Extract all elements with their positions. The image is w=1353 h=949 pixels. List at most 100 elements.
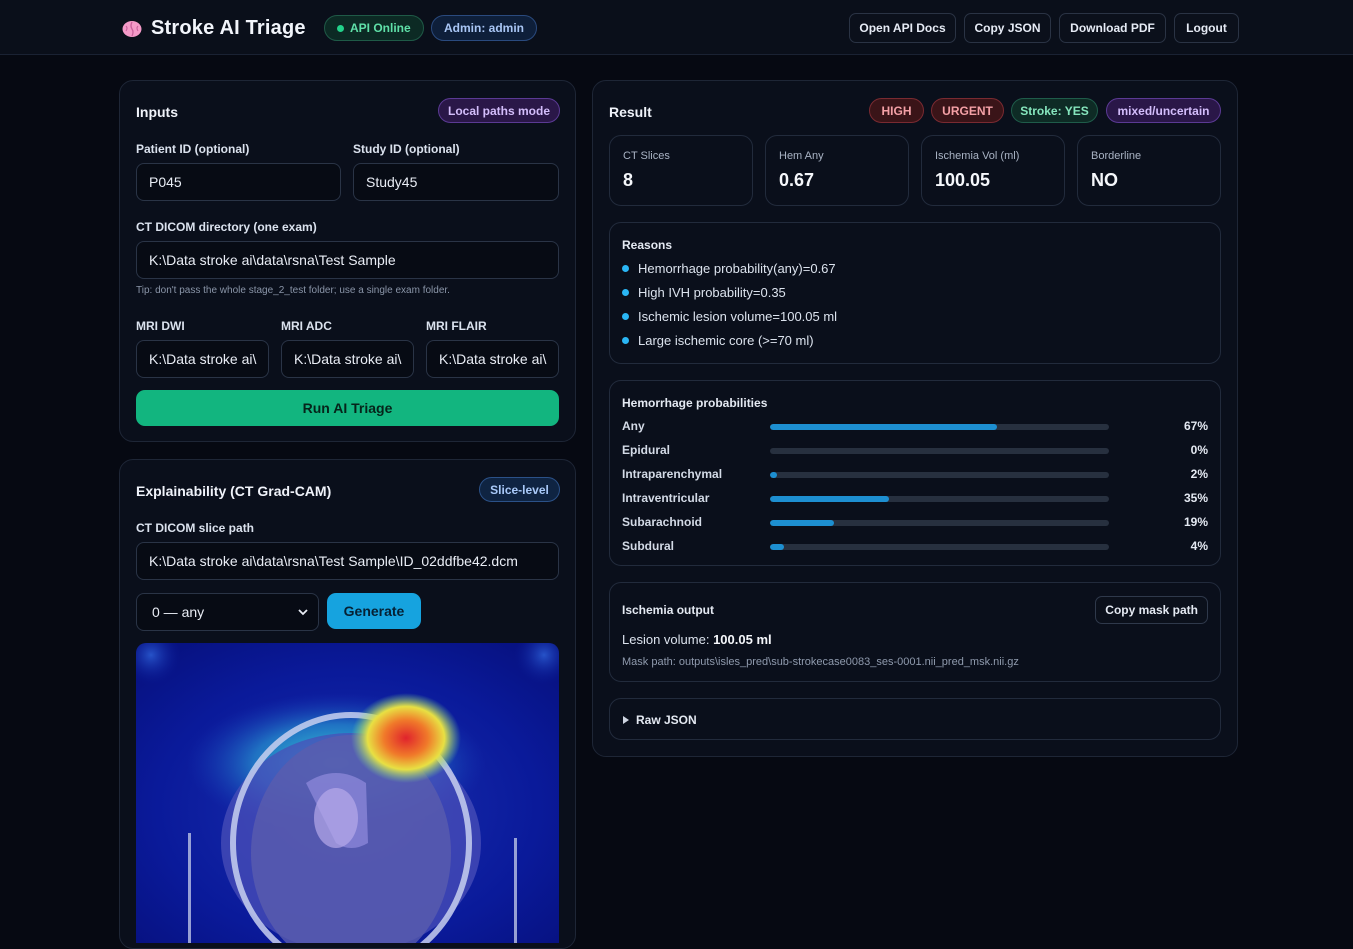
disclosure-triangle-icon	[623, 716, 629, 724]
bullet-icon	[622, 289, 629, 296]
mri-adc-label: MRI ADC	[281, 319, 332, 333]
study-id-label: Study ID (optional)	[353, 142, 460, 156]
hemorrhage-label: Subarachnoid	[622, 515, 703, 529]
explainability-title: Explainability (CT Grad-CAM)	[136, 483, 332, 499]
hemorrhage-bar-track	[770, 448, 1109, 454]
hemorrhage-label: Subdural	[622, 539, 675, 553]
gradcam-heatmap-graphic	[136, 643, 559, 943]
generate-button[interactable]: Generate	[327, 593, 421, 629]
hemorrhage-label: Epidural	[622, 443, 671, 457]
stat-value: 8	[623, 170, 634, 190]
brain-icon	[122, 20, 142, 37]
stat-card-borderline: Borderline NO	[1077, 135, 1221, 206]
stat-value: NO	[1091, 170, 1118, 190]
stat-card-ischemia-vol: Ischemia Vol (ml) 100.05	[921, 135, 1065, 206]
ct-dir-label: CT DICOM directory (one exam)	[136, 220, 317, 234]
target-class-value: 0 — any	[152, 604, 205, 620]
reason-item: Large ischemic core (>=70 ml)	[622, 333, 814, 348]
hemorrhage-percent: 19%	[1183, 515, 1208, 529]
stroke-badge: Stroke: YES	[1011, 98, 1098, 123]
patient-id-input[interactable]: P045	[136, 163, 341, 201]
stat-card-ct-slices: CT Slices 8	[609, 135, 753, 206]
stat-label: Hem Any	[779, 150, 824, 162]
bullet-icon	[622, 337, 629, 344]
inputs-title: Inputs	[136, 104, 178, 120]
hemorrhage-bar-fill	[770, 520, 834, 526]
raw-json-label: Raw JSON	[636, 713, 697, 727]
hemorrhage-bar-fill	[770, 544, 784, 550]
target-class-select[interactable]: 0 — any	[136, 593, 319, 631]
copy-json-button[interactable]: Copy JSON	[964, 13, 1051, 43]
status-dot-icon	[337, 24, 344, 32]
hemorrhage-bar-track	[770, 520, 1109, 526]
patient-id-label: Patient ID (optional)	[136, 142, 250, 156]
ischemia-panel: Ischemia output Copy mask path Lesion vo…	[609, 582, 1221, 682]
priority-badge: HIGH	[869, 98, 924, 123]
hemorrhage-percent: 0%	[1190, 443, 1208, 457]
hemorrhage-bar-fill	[770, 496, 889, 502]
hemorrhage-percent: 35%	[1183, 491, 1208, 505]
stat-value: 0.67	[779, 170, 815, 190]
reason-text: High IVH probability=0.35	[638, 285, 786, 300]
mri-flair-label: MRI FLAIR	[426, 319, 487, 333]
mri-dwi-input[interactable]: K:\Data stroke ai\	[136, 340, 269, 378]
reason-text: Ischemic lesion volume=100.05 ml	[638, 309, 838, 324]
hemorrhage-panel: Hemorrhage probabilities Any 67% Epidural 0…	[609, 380, 1221, 566]
open-api-docs-button[interactable]: Open API Docs	[849, 13, 956, 43]
reasons-panel: Reasons Hemorrhage probability(any)=0.67…	[609, 222, 1221, 364]
api-status-text: API Online	[350, 21, 411, 35]
reason-text: Large ischemic core (>=70 ml)	[638, 333, 814, 348]
hemorrhage-percent: 4%	[1190, 539, 1208, 553]
stat-card-hem-any: Hem Any 0.67	[765, 135, 909, 206]
brand: Stroke AI Triage	[121, 17, 306, 40]
reason-item: High IVH probability=0.35	[622, 285, 786, 300]
raw-json-panel[interactable]: Raw JSON	[609, 698, 1221, 740]
slice-path-label: CT DICOM slice path	[136, 521, 255, 535]
hemorrhage-bar-fill	[770, 472, 777, 478]
ischemia-title: Ischemia output	[622, 603, 715, 617]
copy-mask-path-button[interactable]: Copy mask path	[1095, 596, 1208, 624]
hemorrhage-label: Intraventricular	[622, 491, 710, 505]
mri-flair-input[interactable]: K:\Data stroke ai\	[426, 340, 559, 378]
stroke-type-badge: mixed/uncertain	[1106, 98, 1221, 123]
reason-item: Ischemic lesion volume=100.05 ml	[622, 309, 837, 324]
stat-label: Ischemia Vol (ml)	[935, 150, 1020, 162]
reason-text: Hemorrhage probability(any)=0.67	[638, 261, 836, 276]
study-id-input[interactable]: Study45	[353, 163, 559, 201]
admin-badge: Admin: admin	[431, 15, 537, 41]
logout-button[interactable]: Logout	[1174, 13, 1239, 43]
top-bar: Stroke AI Triage API Online Admin: admin…	[0, 0, 1353, 55]
chevron-down-icon	[298, 609, 308, 616]
reasons-title: Reasons	[622, 238, 673, 252]
urgency-badge: URGENT	[931, 98, 1004, 123]
stat-label: Borderline	[1091, 150, 1142, 162]
hemorrhage-label: Any	[622, 419, 645, 433]
stat-value: 100.05	[935, 170, 991, 190]
raw-json-toggle[interactable]: Raw JSON	[622, 713, 697, 727]
mri-adc-input[interactable]: K:\Data stroke ai\	[281, 340, 414, 378]
api-status-badge: API Online	[324, 15, 424, 41]
hemorrhage-percent: 2%	[1190, 467, 1208, 481]
app-title: Stroke AI Triage	[151, 17, 306, 39]
lesion-volume-row: Lesion volume: 100.05 ml	[622, 632, 772, 647]
hemorrhage-bar-track	[770, 544, 1109, 550]
ct-dir-input[interactable]: K:\Data stroke ai\data\rsna\Test Sample	[136, 241, 559, 279]
slice-path-input[interactable]: K:\Data stroke ai\data\rsna\Test Sample\…	[136, 542, 559, 580]
run-triage-button[interactable]: Run AI Triage	[136, 390, 559, 426]
hemorrhage-bar-track	[770, 424, 1109, 430]
bullet-icon	[622, 313, 629, 320]
hemorrhage-percent: 67%	[1183, 419, 1208, 433]
hemorrhage-bar-fill	[770, 424, 997, 430]
tip-text: Tip: don't pass the whole stage_2_test f…	[136, 285, 450, 296]
result-title: Result	[609, 104, 652, 120]
mode-badge: Local paths mode	[438, 98, 560, 123]
lesion-volume-value: 100.05 ml	[713, 632, 772, 647]
hemorrhage-bar-track	[770, 496, 1109, 502]
lesion-volume-label: Lesion volume:	[622, 632, 710, 647]
mask-path-text: Mask path: outputs\isles_pred\sub-stroke…	[622, 656, 1019, 668]
hemorrhage-label: Intraparenchymal	[622, 467, 723, 481]
hemorrhage-title: Hemorrhage probabilities	[622, 396, 768, 410]
hemorrhage-bar-track	[770, 472, 1109, 478]
download-pdf-button[interactable]: Download PDF	[1059, 13, 1166, 43]
gradcam-heatmap-image	[136, 643, 559, 943]
